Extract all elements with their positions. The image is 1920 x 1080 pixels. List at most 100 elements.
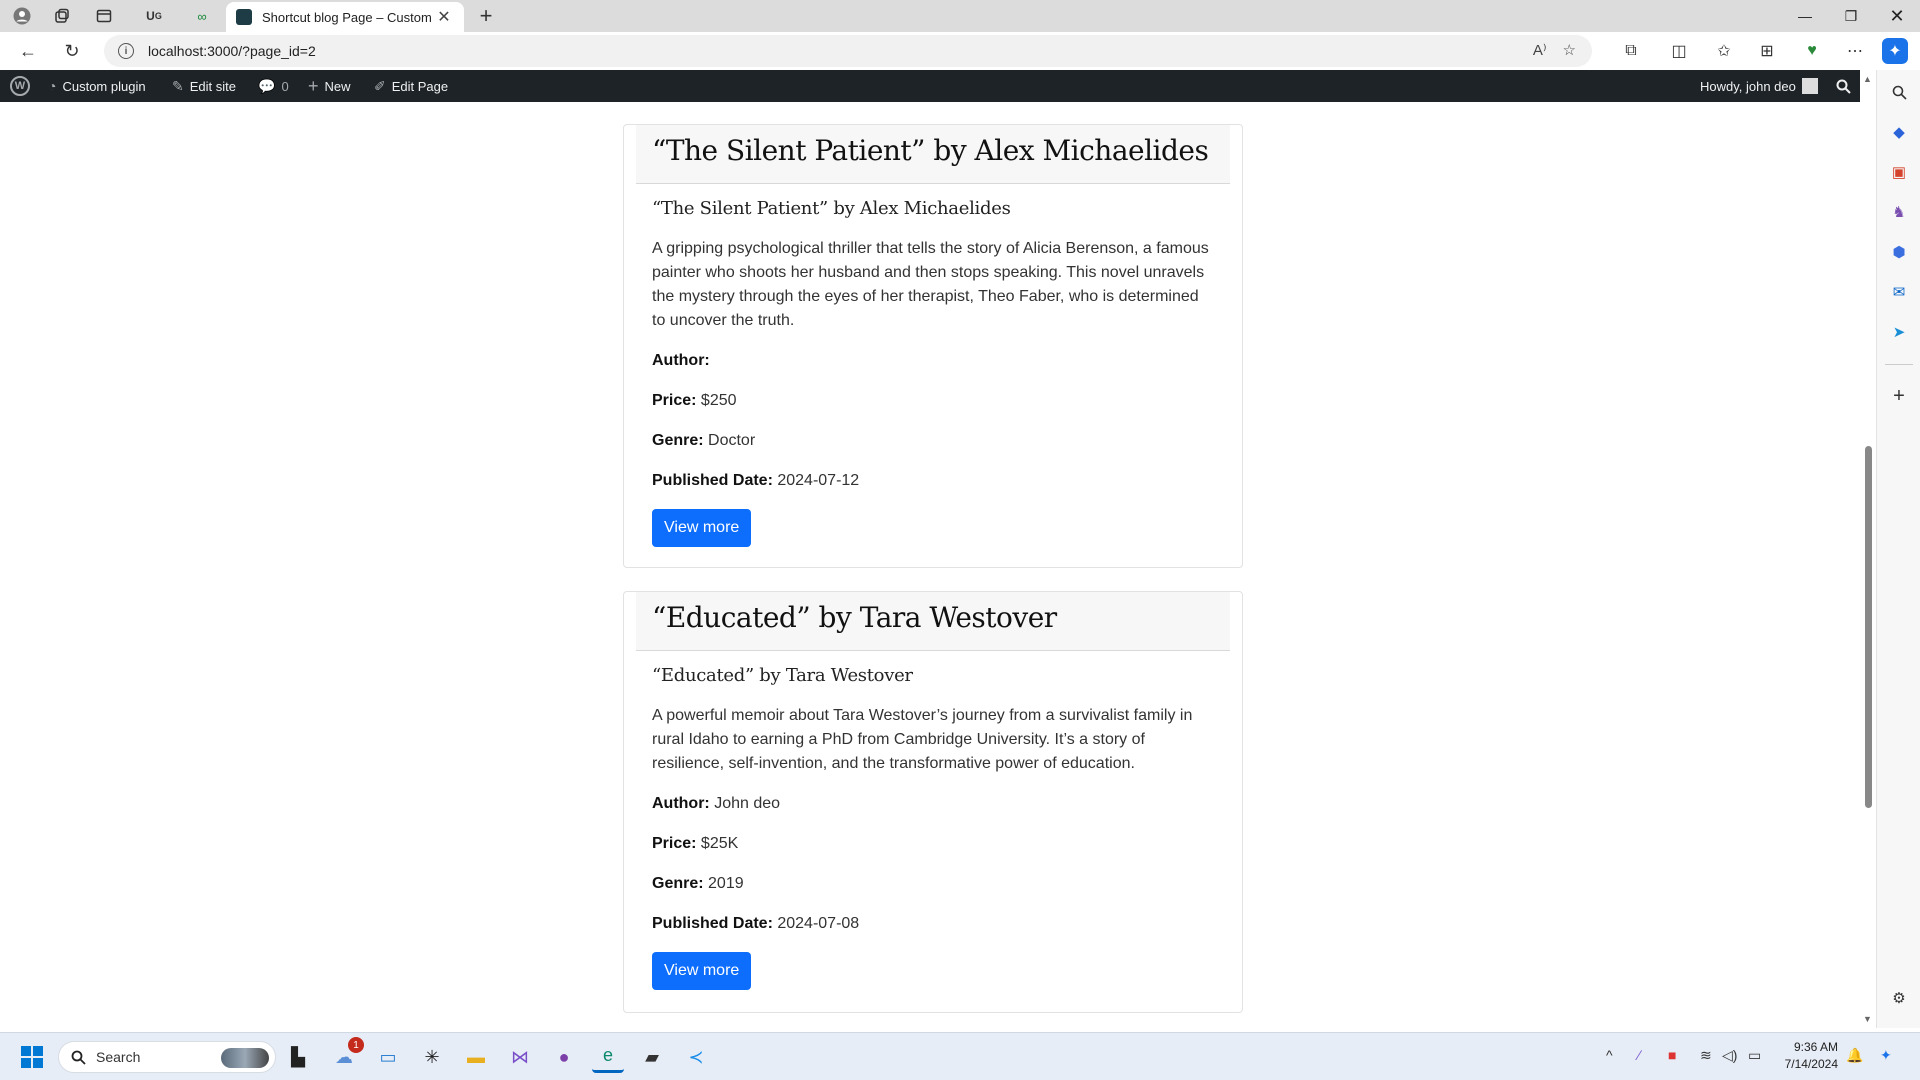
pinned-tab-icon[interactable]: UG <box>140 3 168 29</box>
profile-icon[interactable] <box>8 3 36 29</box>
author-label: Author: <box>652 795 710 812</box>
start-windows-icon[interactable] <box>16 1041 48 1073</box>
copilot-icon[interactable]: ✦ <box>1882 38 1908 64</box>
tab-title: Shortcut blog Page – Custom plugin <box>262 9 434 25</box>
visual-studio-icon[interactable]: ⋈ <box>504 1041 536 1073</box>
author-field: Author: John deo <box>652 792 1214 816</box>
restore-icon[interactable]: ❐ <box>1828 0 1874 32</box>
published-date-label: Published Date: <box>652 915 773 932</box>
new-tab-icon[interactable]: + <box>472 3 500 29</box>
book-subtitle: “The Silent Patient” by Alex Michaelides <box>652 198 1011 219</box>
copilot-taskbar-icon[interactable]: ✦ <box>1880 1047 1892 1064</box>
tray-app-icon[interactable]: ■ <box>1668 1047 1676 1063</box>
plus-icon: + <box>308 75 319 96</box>
card-header: “The Silent Patient” by Alex Michaelides <box>636 125 1230 184</box>
book-description: A gripping psychological thriller that t… <box>652 240 1209 329</box>
published-date-value: 2024-07-12 <box>777 472 860 489</box>
wp-my-account[interactable]: Howdy, john deo <box>1700 70 1818 102</box>
site-info-icon[interactable]: i <box>118 43 134 59</box>
published-date-field: Published Date: 2024-07-08 <box>652 912 1214 936</box>
taskbar-search-input[interactable]: Search <box>58 1041 276 1073</box>
book-title: “The Silent Patient” by Alex Michaelides <box>652 134 1209 167</box>
show-hidden-icons-icon[interactable]: ^ <box>1606 1047 1613 1063</box>
wp-search-icon[interactable] <box>1836 70 1851 102</box>
scroll-up-icon[interactable]: ▲ <box>1863 74 1872 84</box>
taskbar-clock[interactable]: 9:36 AM 7/14/2024 <box>1768 1039 1838 1073</box>
edge-sidebar: ◆ ▣ ♞ ⬢ ✉ ➤ + ⚙ <box>1876 70 1920 1028</box>
view-more-button[interactable]: View more <box>652 509 752 547</box>
minimize-icon[interactable]: — <box>1782 0 1828 32</box>
read-aloud-icon[interactable]: A⁾ <box>1533 41 1547 59</box>
price-label: Price: <box>652 392 697 409</box>
wordpress-logo-icon[interactable]: W <box>10 70 30 102</box>
pinned-app-icon[interactable]: ✳ <box>416 1041 448 1073</box>
split-screen-icon[interactable]: ◫ <box>1664 37 1694 65</box>
pencil-icon: ✐ <box>374 77 386 94</box>
windows-taskbar: Search ▙ ☁ 1 ▭ ✳ ▬ ⋈ ● e ▰ ≺ ^ ∕ ■ ≋ ◁) ▭… <box>0 1032 1920 1080</box>
sidebar-search-icon[interactable] <box>1887 80 1911 104</box>
tab-shortcut-blog[interactable]: Shortcut blog Page – Custom plugin ✕ <box>226 2 464 32</box>
terminal-icon[interactable]: ▰ <box>636 1041 668 1073</box>
refresh-icon[interactable]: ↻ <box>56 37 88 65</box>
published-date-label: Published Date: <box>652 472 773 489</box>
outlook-icon[interactable]: ✉ <box>1887 280 1911 304</box>
price-label: Price: <box>652 835 697 852</box>
back-icon[interactable]: ← <box>12 37 44 65</box>
price-value: $25K <box>700 835 739 852</box>
sidebar-settings-icon[interactable]: ⚙ <box>1887 986 1911 1010</box>
wp-edit-page[interactable]: ✐ Edit Page <box>374 70 448 102</box>
wp-comments[interactable]: 💬 0 <box>258 70 289 102</box>
toolbox-icon[interactable]: ▣ <box>1887 160 1911 184</box>
book-card: “Educated” by Tara Westover “Educated” b… <box>623 591 1243 1013</box>
wp-site-name[interactable]: ◔ Custom plugin <box>48 70 146 102</box>
address-bar-row: ← ↻ i localhost:3000/?page_id=2 A⁾ ☆ ⧉ ◫… <box>0 32 1920 70</box>
scroll-down-icon[interactable]: ▼ <box>1863 1014 1872 1024</box>
workspaces-icon[interactable] <box>48 3 76 29</box>
wp-edit-page-label: Edit Page <box>391 78 449 94</box>
notifications-bell-icon[interactable]: 🔔 <box>1846 1047 1863 1064</box>
pen-icon[interactable]: ∕ <box>1638 1047 1640 1063</box>
file-explorer-icon[interactable]: ▬ <box>460 1041 492 1073</box>
add-sidebar-app-icon[interactable]: + <box>1887 384 1911 408</box>
wp-new[interactable]: + New <box>308 70 351 102</box>
wp-new-label: New <box>324 78 351 94</box>
tab-actions-icon[interactable] <box>90 3 118 29</box>
view-more-button[interactable]: View more <box>652 952 752 990</box>
scrollbar-thumb[interactable] <box>1865 446 1872 808</box>
genre-field: Genre: Doctor <box>652 429 1214 453</box>
book-title: “Educated” by Tara Westover <box>652 601 1057 634</box>
shopping-tag-icon[interactable]: ◆ <box>1887 120 1911 144</box>
send-icon[interactable]: ➤ <box>1887 320 1911 344</box>
search-highlight-image <box>221 1048 269 1068</box>
browser-essentials-icon[interactable]: ♥ <box>1797 37 1827 65</box>
page-scrollbar[interactable]: ▲ ▼ <box>1860 70 1876 1028</box>
search-placeholder: Search <box>96 1049 141 1065</box>
favorites-icon[interactable]: ✩ <box>1709 37 1739 65</box>
wp-edit-site[interactable]: ✎ Edit site <box>172 70 236 102</box>
github-desktop-icon[interactable]: ● <box>548 1041 580 1073</box>
favorite-star-icon[interactable]: ☆ <box>1563 41 1576 59</box>
page-content: “The Silent Patient” by Alex Michaelides… <box>4 102 1864 1028</box>
pinned-tab-link-icon[interactable]: ∞ <box>188 3 216 29</box>
vscode-icon[interactable]: ≺ <box>680 1041 712 1073</box>
collections-icon[interactable]: ⊞ <box>1752 37 1782 65</box>
volume-icon[interactable]: ◁) <box>1722 1047 1737 1064</box>
wifi-icon[interactable]: ≋ <box>1700 1047 1712 1064</box>
microsoft365-icon[interactable]: ⬢ <box>1887 240 1911 264</box>
task-view-icon[interactable]: ▙ <box>282 1041 314 1073</box>
published-date-value: 2024-07-08 <box>777 915 860 932</box>
tablet-app-icon[interactable]: ▭ <box>372 1041 404 1073</box>
games-icon[interactable]: ♞ <box>1887 200 1911 224</box>
price-value: $250 <box>700 392 737 409</box>
sidebar-divider <box>1885 364 1913 365</box>
edge-browser-icon[interactable]: e <box>592 1041 624 1073</box>
settings-more-icon[interactable]: ⋯ <box>1840 37 1870 65</box>
url-input[interactable]: i localhost:3000/?page_id=2 A⁾ ☆ <box>104 35 1592 67</box>
avatar <box>1801 78 1818 94</box>
extensions-icon[interactable]: ⧉ <box>1616 37 1646 65</box>
comment-icon: 💬 <box>258 77 276 94</box>
battery-icon[interactable]: ▭ <box>1748 1047 1761 1064</box>
close-window-icon[interactable]: ✕ <box>1874 0 1920 32</box>
close-tab-icon[interactable]: ✕ <box>434 7 454 27</box>
weather-icon[interactable]: ☁ 1 <box>328 1037 364 1073</box>
